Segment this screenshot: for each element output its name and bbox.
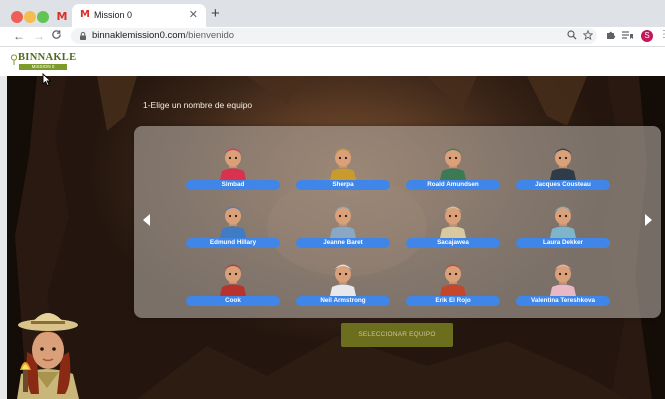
- team-name-button[interactable]: Neil Armstrong: [296, 296, 390, 306]
- team-card[interactable]: Roald Amundsen: [406, 136, 500, 190]
- bookmark-star-icon[interactable]: [582, 29, 594, 43]
- maximize-window-button[interactable]: [37, 11, 49, 23]
- forward-button[interactable]: →: [33, 29, 45, 43]
- team-name-button[interactable]: Sacajawea: [406, 238, 500, 248]
- team-name-button[interactable]: Edmund Hillary: [186, 238, 280, 248]
- reading-list-icon[interactable]: [622, 30, 633, 44]
- team-name-button[interactable]: Jacques Cousteau: [516, 180, 610, 190]
- team-name-button[interactable]: Roald Amundsen: [406, 180, 500, 190]
- team-card[interactable]: Edmund Hillary: [186, 194, 280, 248]
- team-name-button[interactable]: Cook: [186, 296, 280, 306]
- extensions-puzzle-icon[interactable]: [606, 30, 616, 44]
- team-name-button[interactable]: Valentina Tereshkova: [516, 296, 610, 306]
- team-name-button[interactable]: Laura Dekker: [516, 238, 610, 248]
- team-card[interactable]: Laura Dekker: [516, 194, 610, 248]
- team-name-button[interactable]: Jeanne Baret: [296, 238, 390, 248]
- climber-avatar-icon[interactable]: [217, 202, 249, 238]
- pinned-gmail-tab[interactable]: M: [55, 10, 69, 24]
- binnakle-logo[interactable]: BINNAKLE MISSION 0: [11, 52, 76, 71]
- team-selection-panel: Simbad Sherpa Roald Amundsen Jacques Couste…: [134, 126, 661, 318]
- team-card[interactable]: Sherpa: [296, 136, 390, 190]
- back-button[interactable]: ←: [13, 29, 25, 43]
- team-card[interactable]: Cook: [186, 252, 280, 306]
- url-host: binnaklemission0.com: [92, 30, 186, 41]
- team-card[interactable]: Simbad: [186, 136, 280, 190]
- cave-background: 1-Elige un nombre de equipo Simbad Sherpa…: [7, 76, 665, 399]
- browser-toolbar: ← → binnaklemission0.com/bienvenido S ⋮: [0, 27, 665, 47]
- page-left-gutter: [0, 76, 7, 399]
- logo-text: BINNAKLE: [18, 52, 77, 63]
- browser-tab-strip: M M Mission 0 ✕ +: [0, 0, 665, 27]
- zoom-icon[interactable]: [567, 30, 577, 43]
- address-bar[interactable]: binnaklemission0.com/bienvenido: [71, 28, 597, 44]
- team-card[interactable]: Valentina Tereshkova: [516, 252, 610, 306]
- browser-menu-icon[interactable]: ⋮: [659, 29, 665, 40]
- team-name-button[interactable]: Erik El Rojo: [406, 296, 500, 306]
- logo-subtitle: MISSION 0: [19, 64, 67, 70]
- new-tab-button[interactable]: +: [211, 6, 220, 21]
- team-name-button[interactable]: Sherpa: [296, 180, 390, 190]
- team-card[interactable]: Neil Armstrong: [296, 252, 390, 306]
- explorer-guide-character: [17, 313, 79, 399]
- tab-close-icon[interactable]: ✕: [189, 8, 198, 21]
- lock-icon: [80, 31, 86, 40]
- profile-avatar[interactable]: S: [641, 30, 653, 42]
- site-header: BINNAKLE MISSION 0: [0, 47, 665, 76]
- minimize-window-button[interactable]: [24, 11, 36, 23]
- reload-button[interactable]: [51, 29, 62, 44]
- select-team-button[interactable]: SELECCIONAR EQUIPO: [341, 323, 453, 347]
- sailor-girl-avatar-icon[interactable]: [547, 202, 579, 238]
- tab-title: Mission 0: [94, 10, 133, 20]
- team-card[interactable]: Jacques Cousteau: [516, 136, 610, 190]
- explorer-goggles-avatar-icon[interactable]: [437, 144, 469, 180]
- next-page-arrow-icon[interactable]: [645, 214, 652, 226]
- sherpa-avatar-icon[interactable]: [327, 144, 359, 180]
- viking-avatar-icon[interactable]: [437, 260, 469, 296]
- team-card[interactable]: Sacajawea: [406, 194, 500, 248]
- step-instruction: 1-Elige un nombre de equipo: [143, 100, 253, 110]
- sailor-avatar-icon[interactable]: [327, 202, 359, 238]
- team-card[interactable]: Erik El Rojo: [406, 252, 500, 306]
- diver-avatar-icon[interactable]: [547, 144, 579, 180]
- pirate-avatar-icon[interactable]: [217, 260, 249, 296]
- team-name-button[interactable]: Simbad: [186, 180, 280, 190]
- cosmonaut-avatar-icon[interactable]: [547, 260, 579, 296]
- astronaut-avatar-icon[interactable]: [327, 260, 359, 296]
- tab-favicon-icon: M: [80, 9, 90, 20]
- prev-page-arrow-icon[interactable]: [143, 214, 150, 226]
- close-window-button[interactable]: [11, 11, 23, 23]
- mouse-cursor-icon: [42, 73, 52, 87]
- team-card[interactable]: Jeanne Baret: [296, 194, 390, 248]
- url-path: /bienvenido: [185, 30, 235, 41]
- url-text: binnaklemission0.com/bienvenido: [92, 30, 234, 41]
- native-avatar-icon[interactable]: [437, 202, 469, 238]
- lightbulb-icon: [11, 54, 17, 65]
- turban-avatar-icon[interactable]: [217, 144, 249, 180]
- active-tab[interactable]: M Mission 0 ✕: [72, 4, 206, 27]
